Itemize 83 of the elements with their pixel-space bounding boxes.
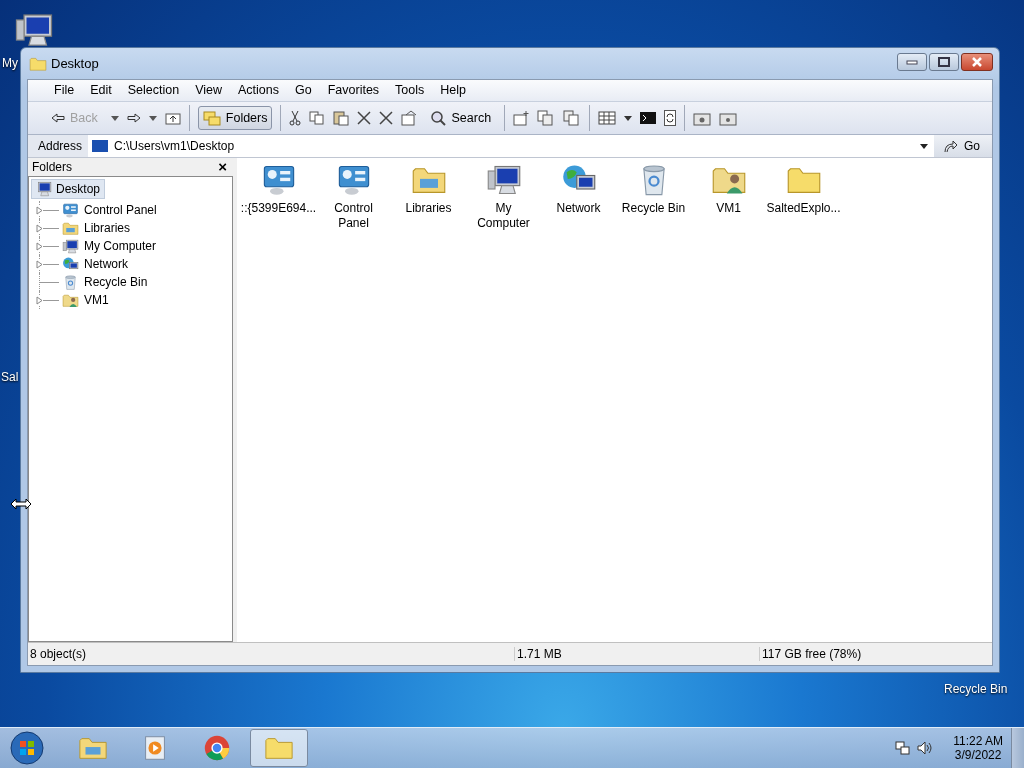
maximize-button[interactable] — [929, 52, 959, 71]
expand-arrow-icon[interactable] — [36, 241, 43, 251]
clock-date[interactable]: 3/9/2022 — [954, 748, 1002, 762]
window-title: Desktop — [51, 56, 99, 71]
expand-arrow-icon[interactable] — [36, 205, 43, 215]
copy-icon[interactable] — [309, 111, 326, 125]
desktop-icon-label[interactable]: Recycle Bin — [944, 682, 1008, 696]
volume-icon[interactable] — [917, 740, 934, 756]
expand-arrow-icon[interactable] — [36, 259, 43, 269]
status-text: 8 object(s) — [29, 647, 88, 661]
view-grid-icon[interactable] — [598, 111, 617, 125]
file-label[interactable]: SaltedExplo... — [766, 201, 841, 216]
tree-item[interactable]: VM1 — [82, 293, 111, 307]
up-folder-icon[interactable] — [164, 111, 181, 125]
command-prompt-icon[interactable] — [640, 112, 657, 124]
menu-item[interactable]: Favorites — [319, 82, 388, 99]
paste-icon[interactable] — [333, 110, 350, 126]
start-button[interactable] — [10, 731, 44, 765]
refresh-icon[interactable] — [664, 110, 677, 126]
back-arrow-icon — [51, 113, 65, 123]
folders-icon — [202, 110, 221, 126]
new-folder-icon[interactable] — [513, 110, 530, 126]
folder-settings-icon[interactable] — [719, 110, 738, 126]
menu-item[interactable]: Help — [432, 82, 474, 99]
tree-item[interactable]: Desktop — [31, 179, 106, 199]
delete-icon[interactable] — [357, 111, 372, 125]
computer-icon — [62, 237, 79, 255]
move-to-icon[interactable] — [563, 110, 582, 126]
menu-item[interactable]: Actions — [230, 82, 287, 99]
menu-item[interactable]: Edit — [82, 82, 120, 99]
expand-arrow-icon[interactable] — [36, 223, 43, 233]
menu-item[interactable]: Tools — [387, 82, 433, 99]
tree-item[interactable]: Libraries — [82, 221, 133, 235]
menu-item[interactable]: Selection — [119, 82, 188, 99]
address-label: Address — [37, 139, 84, 153]
dropdown-arrow-icon[interactable] — [110, 115, 119, 121]
taskbar-button[interactable] — [250, 729, 308, 767]
file-label[interactable]: Recycle Bin — [621, 201, 686, 216]
cut-icon[interactable] — [289, 110, 302, 126]
go-button[interactable]: Go — [934, 135, 992, 157]
delete-icon[interactable] — [379, 111, 394, 125]
file-label[interactable]: Control Panel — [320, 201, 387, 231]
recycle-bin-icon — [62, 273, 79, 291]
menu-item[interactable]: File — [46, 82, 83, 99]
expand-arrow-icon[interactable] — [36, 295, 43, 305]
dropdown-arrow-icon[interactable] — [920, 143, 928, 149]
network-icon[interactable] — [895, 740, 912, 756]
tree-item[interactable]: Recycle Bin — [82, 275, 150, 289]
search-button[interactable]: Search — [425, 106, 497, 130]
menu-item[interactable]: Go — [287, 82, 320, 99]
clock-time[interactable]: 11:22 AM — [953, 734, 1003, 748]
file-label[interactable]: VM1 — [716, 201, 741, 216]
folder-settings-icon[interactable] — [693, 110, 712, 126]
file-label[interactable]: Libraries — [405, 201, 452, 216]
tree-item[interactable]: Network — [82, 257, 130, 271]
search-icon — [430, 110, 447, 126]
dropdown-arrow-icon[interactable] — [624, 115, 633, 121]
status-text: 117 GB free (78%) — [759, 647, 992, 661]
close-pane-button[interactable]: × — [218, 160, 227, 174]
desktop-icon-label[interactable]: My — [2, 56, 18, 70]
folders-button[interactable]: Folders — [197, 106, 273, 130]
minimize-icon — [906, 58, 918, 65]
control-panel-icon — [62, 201, 79, 219]
address-field[interactable]: C:\Users\vm1\Desktop — [88, 135, 934, 157]
maximize-icon — [938, 56, 950, 67]
properties-icon[interactable] — [401, 110, 418, 126]
tree-item[interactable]: Control Panel — [82, 203, 159, 217]
copy-to-icon[interactable] — [537, 110, 556, 126]
dropdown-arrow-icon[interactable] — [148, 115, 157, 121]
close-button[interactable] — [961, 52, 993, 71]
status-text: 1.71 MB — [514, 647, 759, 661]
close-icon — [971, 56, 983, 67]
tree-item[interactable]: My Computer — [82, 239, 159, 253]
minimize-button[interactable] — [897, 52, 927, 71]
file-label[interactable]: My Computer — [470, 201, 537, 231]
file-label[interactable]: Network — [556, 201, 601, 216]
pane-title: Folders — [32, 160, 72, 174]
desktop-icon — [92, 140, 109, 152]
menu-item[interactable]: View — [187, 82, 230, 99]
forward-arrow-icon[interactable] — [126, 113, 141, 123]
desktop-icon-label[interactable]: Sal — [1, 370, 19, 384]
browser-icon — [202, 733, 232, 763]
file-label[interactable]: ::{5399E694... — [240, 201, 317, 216]
